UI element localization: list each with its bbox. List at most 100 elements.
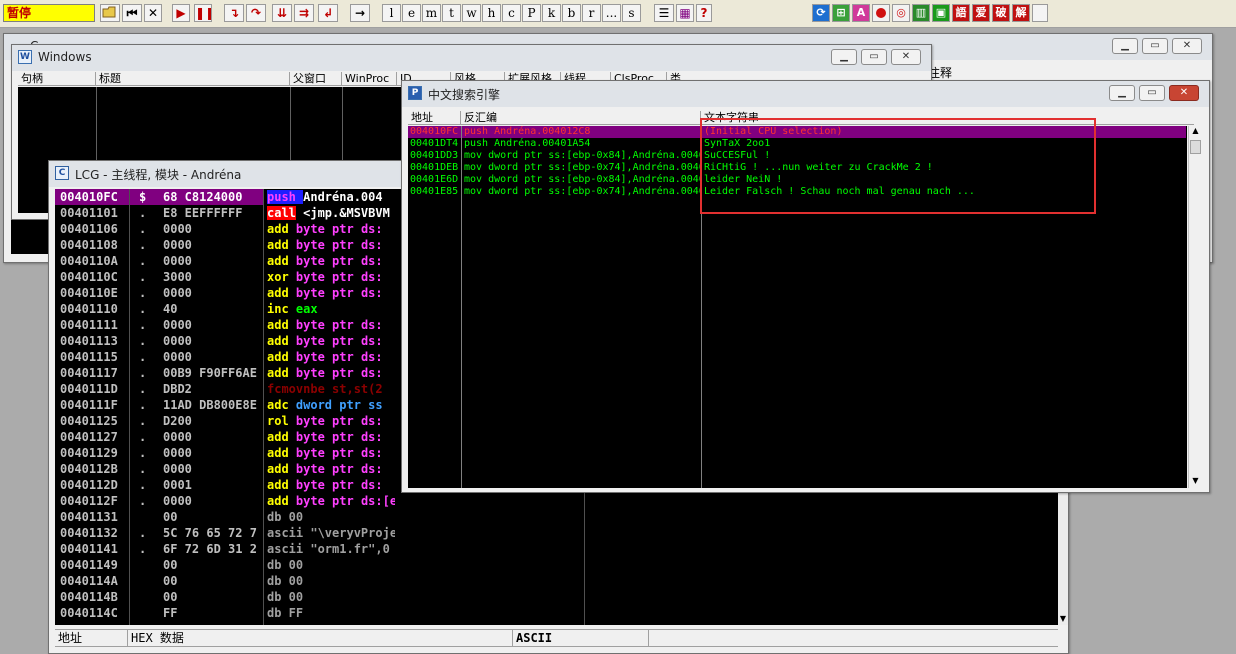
open-file-icon[interactable] <box>100 4 120 22</box>
toolbar-button-e[interactable]: e <box>402 4 421 22</box>
toolbar-button-r[interactable]: r <box>582 4 601 22</box>
address-cell: 00401110 <box>60 302 118 316</box>
toolbar-button-m[interactable]: m <box>422 4 441 22</box>
address-cell: 0040114B <box>60 590 118 604</box>
restart-icon[interactable]: ⏮ <box>122 4 142 22</box>
disasm-cell: push Andréna.004 <box>267 189 395 205</box>
disasm-cell: db 00 <box>267 573 395 589</box>
disasm-cell: add byte ptr ds:[eax],al <box>267 493 395 509</box>
windows-titlebar: W Windows ▁ ▭ ✕ <box>12 45 931 71</box>
disasm-cell: add byte ptr ds: <box>267 317 395 333</box>
scroll-down-arrow-icon[interactable]: ▼ <box>1189 476 1202 488</box>
disasm-token: <jmp.&MSVBVM <box>295 206 390 220</box>
toolbar-button-yu[interactable]: 語 <box>952 4 970 22</box>
search-col-disasm[interactable]: 反汇编 <box>461 111 701 124</box>
trace-over-icon[interactable]: ⇉ <box>294 4 314 22</box>
disasm-cell: add byte ptr ds: <box>267 445 395 461</box>
windows-maximize-button[interactable]: ▭ <box>861 49 887 65</box>
result-address: 00401DT4 <box>410 138 459 149</box>
dump-col-hex[interactable]: HEX 数据 <box>128 630 513 646</box>
disassembly-row[interactable]: 0040114C FF db FF <box>55 605 1058 621</box>
search-col-address[interactable]: 地址 <box>408 111 461 124</box>
disassembly-row[interactable]: 0040114A 00 db 00 <box>55 573 1058 589</box>
disasm-cell: db 00 <box>267 557 395 573</box>
disasm-token: byte ptr <box>295 414 361 428</box>
scroll-down-arrow-icon[interactable]: ▼ <box>1058 614 1068 623</box>
disasm-token: db FF <box>267 606 304 620</box>
result-disasm: push Andréna.00401A54 <box>464 138 591 149</box>
disasm-token: ds:[eax],al <box>360 494 395 508</box>
toolbar-button-c[interactable]: c <box>502 4 521 22</box>
disassembly-row[interactable]: 0040114B 00 db 00 <box>55 589 1058 605</box>
disasm-token: fcmovnbe st,st(2 <box>267 382 383 396</box>
disasm-token: ds: <box>360 254 383 268</box>
disassembly-row[interactable]: 00401131 00 db 00 <box>55 509 1058 525</box>
search-close-button[interactable]: ✕ <box>1169 85 1199 101</box>
disasm-cell: db 00 <box>267 509 395 525</box>
go-to-address-icon[interactable]: → <box>350 4 370 22</box>
disassembly-row[interactable]: 0040112F.0000add byte ptr ds:[eax],al <box>55 493 1058 509</box>
help-icon[interactable]: ? <box>696 4 712 22</box>
result-address: 00401DD3 <box>410 150 459 161</box>
dump-col-ascii[interactable]: ASCII <box>513 630 649 646</box>
address-cell: 00401141 <box>60 542 118 556</box>
background-minimize-button[interactable]: ▁ <box>1112 38 1138 54</box>
window-icon[interactable]: ▣ <box>932 4 950 22</box>
toolbar-button-h[interactable]: h <box>482 4 501 22</box>
windows-minimize-button[interactable]: ▁ <box>831 49 857 65</box>
record-icon[interactable] <box>872 4 890 22</box>
dump-col-address[interactable]: 地址 <box>55 630 128 646</box>
background-maximize-button[interactable]: ▭ <box>1142 38 1168 54</box>
step-into-icon[interactable]: ↴ <box>224 4 244 22</box>
refresh-icon[interactable]: ⟳ <box>812 4 830 22</box>
pause-icon[interactable]: ❚❚ <box>194 4 212 22</box>
background-close-button[interactable]: ✕ <box>1172 38 1202 54</box>
toolbar-button-ellipsis[interactable]: ... <box>602 4 621 22</box>
trace-into-icon[interactable]: ⇊ <box>272 4 292 22</box>
bars-icon[interactable]: ▥ <box>912 4 930 22</box>
list-icon[interactable]: ☰ <box>654 4 674 22</box>
execute-till-return-icon[interactable]: ↲ <box>318 4 338 22</box>
search-minimize-button[interactable]: ▁ <box>1109 85 1135 101</box>
col-winproc[interactable]: WinProc <box>342 72 397 85</box>
toolbar-button-jie[interactable]: 解 <box>1012 4 1030 22</box>
toolbar-button-l[interactable]: l <box>382 4 401 22</box>
disassembly-row[interactable]: 00401132. 5C 76 65 72 7 ascii "\veryvProje… <box>55 525 1058 541</box>
disasm-token: ds: <box>360 238 383 252</box>
disasm-token: add <box>267 334 296 348</box>
disassembly-row[interactable]: 00401149 00 db 00 <box>55 557 1058 573</box>
search-maximize-button[interactable]: ▭ <box>1139 85 1165 101</box>
windows-close-button[interactable]: ✕ <box>891 49 921 65</box>
col-handle[interactable]: 句柄 <box>18 72 96 85</box>
disasm-cell: add byte ptr ds: <box>267 221 395 237</box>
marker-cell: . <box>139 318 147 332</box>
col-parent[interactable]: 父窗口 <box>290 72 342 85</box>
disasm-token: add <box>267 494 296 508</box>
search-scrollbar[interactable]: ▲ ▼ <box>1188 126 1202 488</box>
marker-cell: . <box>139 462 147 476</box>
toolbar-button-s[interactable]: s <box>622 4 641 22</box>
toolbar-button-a[interactable]: A <box>852 4 870 22</box>
grid-icon[interactable]: ▦ <box>676 4 694 22</box>
scroll-up-arrow-icon[interactable]: ▲ <box>1189 126 1202 138</box>
search-titlebar: P 中文搜索引擎 ▁ ▭ ✕ <box>402 81 1209 107</box>
col-title[interactable]: 标题 <box>96 72 290 85</box>
run-icon[interactable]: ▶ <box>172 4 190 22</box>
toolbar-button-p[interactable]: P <box>522 4 541 22</box>
close-program-icon[interactable]: ✕ <box>144 4 162 22</box>
plugin-icon[interactable]: ⊞ <box>832 4 850 22</box>
disasm-token: xor <box>267 270 296 284</box>
scroll-thumb[interactable] <box>1190 140 1201 154</box>
disassembly-row[interactable]: 00401141. 6F 72 6D 31 2 ascii "orm1.fr",0 <box>55 541 1058 557</box>
toolbar-button-b[interactable]: b <box>562 4 581 22</box>
toolbar-button-ai[interactable]: 爱 <box>972 4 990 22</box>
toolbar-button-w[interactable]: w <box>462 4 481 22</box>
step-over-icon[interactable]: ↷ <box>246 4 266 22</box>
toolbar-button-t[interactable]: t <box>442 4 461 22</box>
disasm-token: ds: <box>360 318 383 332</box>
search-results-list[interactable]: 004010FC push Andréna.004012C8 (Initial CP… <box>408 118 1187 488</box>
toolbar-button-k[interactable]: k <box>542 4 561 22</box>
target-icon[interactable]: ◎ <box>892 4 910 22</box>
toolbar-button-po[interactable]: 破 <box>992 4 1010 22</box>
disasm-token: byte ptr <box>295 462 361 476</box>
